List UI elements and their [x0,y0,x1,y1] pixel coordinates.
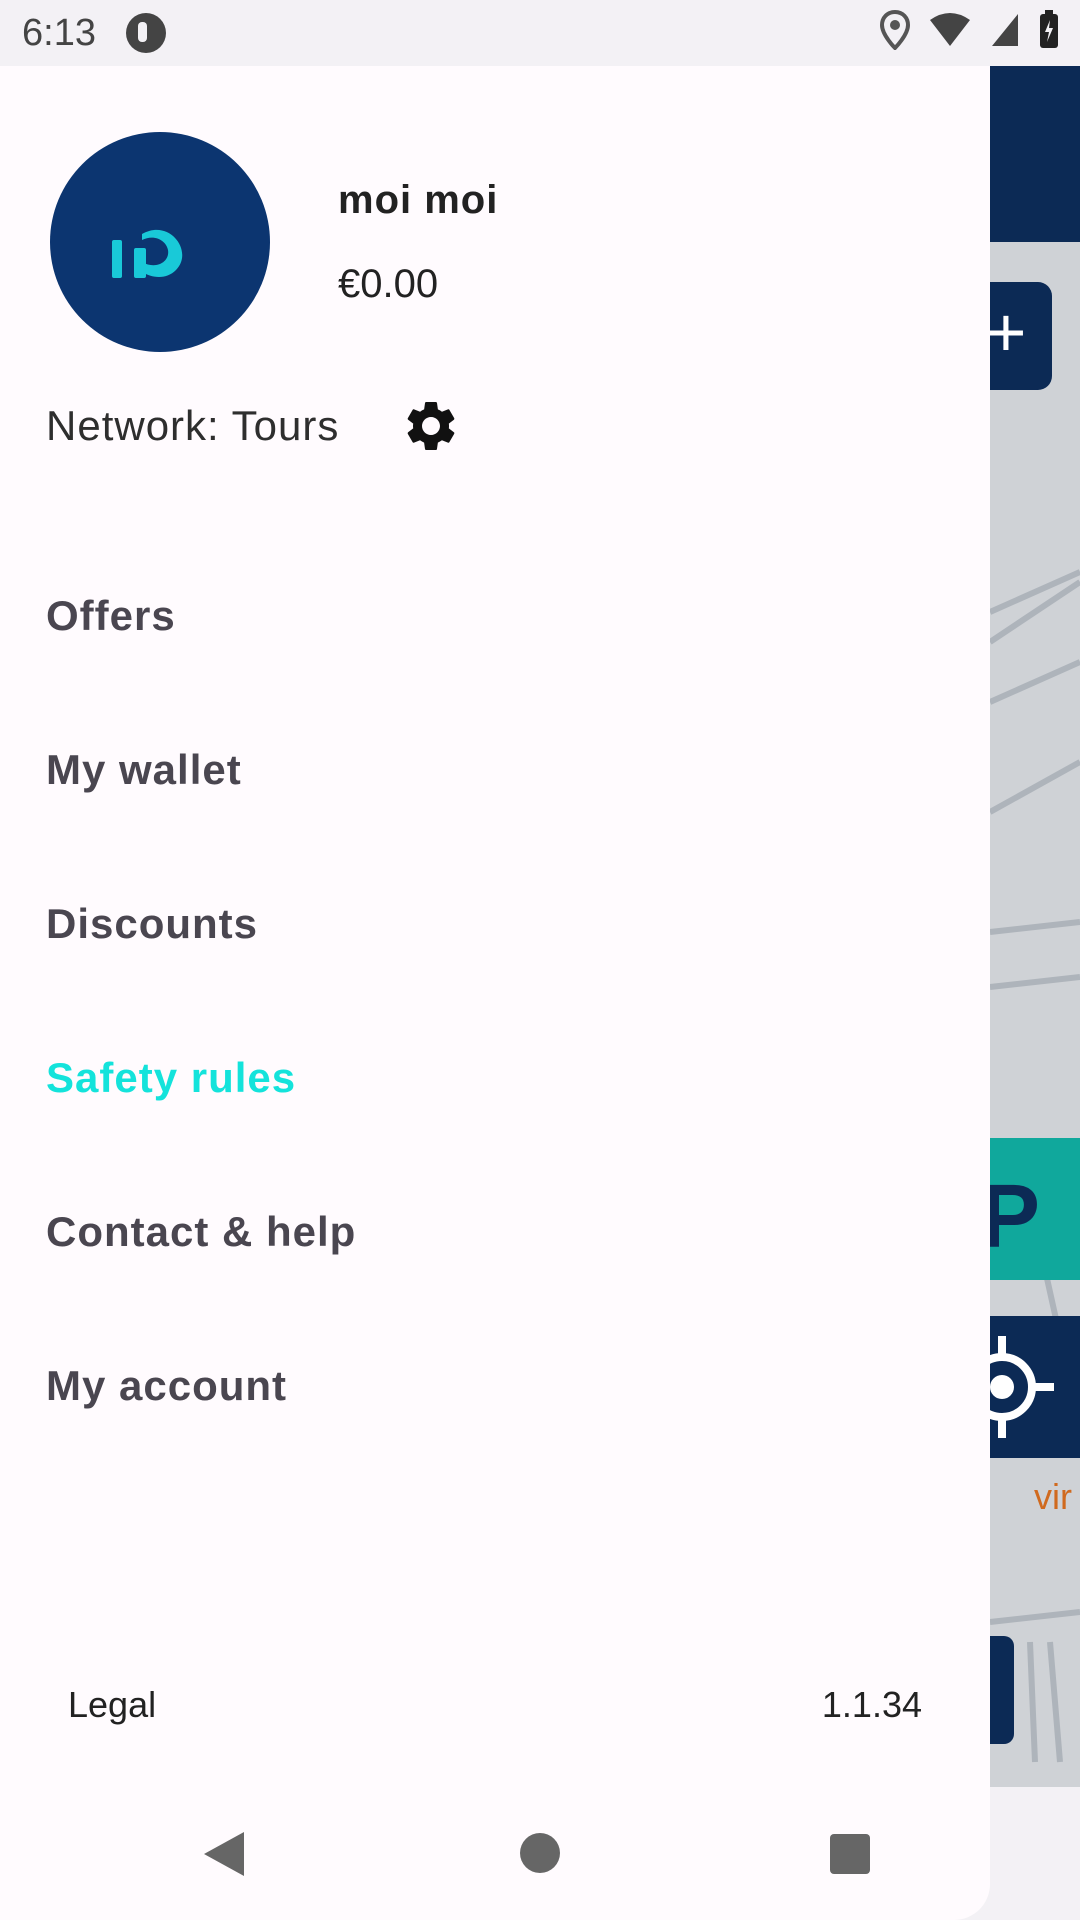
battery-icon [1040,10,1058,48]
network-row: Network: Tours [46,396,461,456]
menu-item-my-wallet[interactable]: My wallet [46,730,356,884]
status-bar: 6:13 [0,0,1080,66]
app-logo-icon [112,229,183,278]
crosshair-icon [968,1336,1054,1438]
gear-icon[interactable] [401,396,461,456]
avatar[interactable] [50,132,270,352]
locate-button [968,1316,1080,1458]
status-icons [880,10,1060,50]
menu-item-offers[interactable]: Offers [46,576,356,730]
map-label-fragment: vir [1034,1476,1072,1517]
recent-apps-icon[interactable] [830,1834,870,1874]
app-version: 1.1.34 [821,1684,922,1725]
legal-link[interactable]: Legal [68,1684,156,1726]
signal-icon [992,14,1018,46]
back-icon[interactable] [204,1832,244,1876]
status-time: 6:13 [22,12,96,54]
wallet-balance: €0.00 [338,262,439,306]
system-nav-bar [0,1787,990,1920]
menu-item-my-account[interactable]: My account [46,1346,356,1500]
wifi-icon [930,13,970,46]
app-notification-icon [126,13,166,53]
location-icon [880,10,910,50]
parking-button: P [980,1138,1080,1280]
menu-item-discounts[interactable]: Discounts [46,884,356,1038]
menu-item-safety-rules[interactable]: Safety rules [46,1038,356,1192]
drawer-menu: Offers My wallet Discounts Safety rules … [46,576,356,1500]
navigation-drawer: moi moi €0.00 Network: Tours Offers My w… [0,66,990,1920]
user-name: moi moi [338,178,499,222]
network-label: Network: Tours [46,402,340,449]
home-icon[interactable] [520,1833,560,1873]
menu-item-contact-help[interactable]: Contact & help [46,1192,356,1346]
